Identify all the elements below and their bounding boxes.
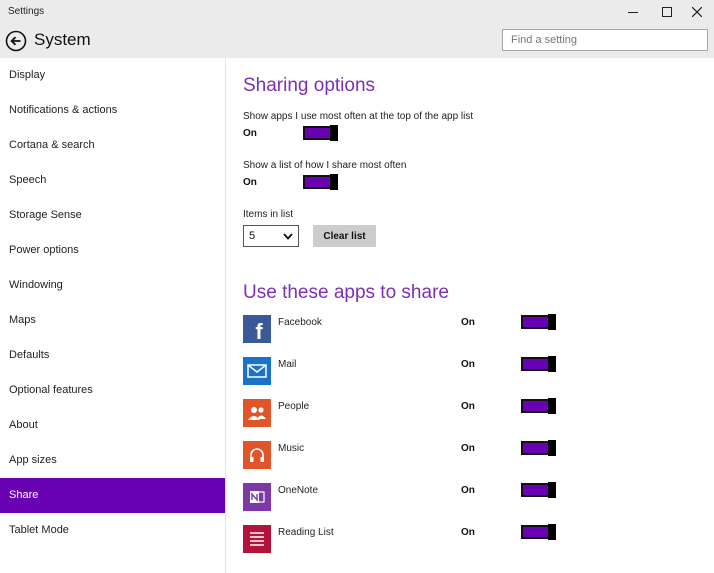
sidebar-item-share[interactable]: Share xyxy=(0,478,225,513)
app-state-mail: On xyxy=(461,359,475,370)
items-in-list-label: Items in list xyxy=(243,209,294,220)
sidebar-item-label: Tablet Mode xyxy=(9,524,69,536)
sidebar-item-storage-sense[interactable]: Storage Sense xyxy=(0,198,225,233)
toggle-knob xyxy=(548,398,556,414)
sidebar-item-cortana[interactable]: Cortana & search xyxy=(0,128,225,163)
sidebar-item-label: Display xyxy=(9,69,46,81)
sidebar-item-label: Storage Sense xyxy=(9,209,82,221)
sidebar-item-maps[interactable]: Maps xyxy=(0,303,225,338)
sidebar-item-notifications[interactable]: Notifications & actions xyxy=(0,93,225,128)
maximize-icon xyxy=(662,7,672,17)
maximize-button[interactable] xyxy=(650,0,684,24)
minimize-button[interactable] xyxy=(616,0,650,24)
app-state-reading-list: On xyxy=(461,527,475,538)
app-name-music: Music xyxy=(278,443,305,454)
sidebar-item-power-options[interactable]: Power options xyxy=(0,233,225,268)
sidebar-item-label: Share xyxy=(9,489,39,501)
close-icon xyxy=(692,7,702,17)
mail-icon xyxy=(243,357,271,385)
app-name-reading-list: Reading List xyxy=(278,527,334,538)
sidebar-item-label: Defaults xyxy=(9,349,50,361)
search-input[interactable] xyxy=(502,29,708,51)
page-title: System xyxy=(34,30,91,49)
app-name-people: People xyxy=(278,401,310,412)
items-in-list-value: 5 xyxy=(249,230,256,242)
toggle-knob xyxy=(548,524,556,540)
items-in-list-select[interactable]: 5 xyxy=(243,225,299,247)
app-name-mail: Mail xyxy=(278,359,297,370)
sidebar-item-tablet-mode[interactable]: Tablet Mode xyxy=(0,513,225,548)
clear-list-label: Clear list xyxy=(323,230,366,242)
share-apps-heading: Use these apps to share xyxy=(243,282,449,303)
sidebar-item-label: Optional features xyxy=(9,384,93,396)
reading-list-icon xyxy=(243,525,271,553)
people-toggle[interactable] xyxy=(521,398,556,414)
clear-list-button[interactable]: Clear list xyxy=(313,225,376,247)
top-apps-label: Show apps I use most often at the top of… xyxy=(243,111,474,122)
sidebar-divider xyxy=(225,58,226,573)
mail-toggle[interactable] xyxy=(521,356,556,372)
share-list-label: Show a list of how I share most often xyxy=(243,160,407,171)
sidebar-item-label: Speech xyxy=(9,174,47,186)
sidebar: Display Notifications & actions Cortana … xyxy=(0,58,225,573)
facebook-toggle[interactable] xyxy=(521,314,556,330)
app-state-onenote: On xyxy=(461,485,475,496)
sidebar-item-label: Windowing xyxy=(9,279,63,291)
app-name-onenote: OneNote xyxy=(278,485,319,496)
sidebar-item-label: App sizes xyxy=(9,454,57,466)
toggle-knob xyxy=(330,125,338,141)
sidebar-item-label: Maps xyxy=(9,314,36,326)
sidebar-item-label: About xyxy=(9,419,38,431)
toggle-knob xyxy=(548,314,556,330)
window-title: Settings xyxy=(8,6,45,17)
sidebar-item-optional-features[interactable]: Optional features xyxy=(0,373,225,408)
top-apps-toggle[interactable] xyxy=(303,125,338,141)
sidebar-item-speech[interactable]: Speech xyxy=(0,163,225,198)
close-button[interactable] xyxy=(680,0,714,24)
minimize-icon xyxy=(628,11,638,13)
toggle-knob xyxy=(548,356,556,372)
app-state-people: On xyxy=(461,401,475,412)
app-header: System xyxy=(0,24,714,58)
sidebar-item-windowing[interactable]: Windowing xyxy=(0,268,225,303)
facebook-icon: f xyxy=(243,315,271,344)
sidebar-item-label: Notifications & actions xyxy=(9,104,118,116)
people-icon xyxy=(243,399,271,427)
sidebar-item-about[interactable]: About xyxy=(0,408,225,443)
toggle-knob xyxy=(330,174,338,190)
sidebar-item-display[interactable]: Display xyxy=(0,58,225,93)
sidebar-item-label: Power options xyxy=(9,244,79,256)
music-toggle[interactable] xyxy=(521,440,556,456)
top-apps-state: On xyxy=(243,128,257,139)
onenote-icon xyxy=(243,483,271,511)
sidebar-item-defaults[interactable]: Defaults xyxy=(0,338,225,373)
share-list-state: On xyxy=(243,177,257,188)
reading-list-toggle[interactable] xyxy=(521,524,556,540)
share-list-toggle[interactable] xyxy=(303,174,338,190)
onenote-toggle[interactable] xyxy=(521,482,556,498)
chevron-down-icon xyxy=(283,233,293,240)
sidebar-item-app-sizes[interactable]: App sizes xyxy=(0,443,225,478)
sharing-options-heading: Sharing options xyxy=(243,75,376,96)
back-arrow-icon[interactable] xyxy=(5,30,27,52)
app-state-music: On xyxy=(461,443,475,454)
toggle-knob xyxy=(548,440,556,456)
sidebar-item-label: Cortana & search xyxy=(9,139,95,151)
music-icon xyxy=(243,441,271,469)
app-name-facebook: Facebook xyxy=(278,317,322,328)
app-state-facebook: On xyxy=(461,317,475,328)
title-bar: Settings xyxy=(0,0,714,24)
toggle-knob xyxy=(548,482,556,498)
